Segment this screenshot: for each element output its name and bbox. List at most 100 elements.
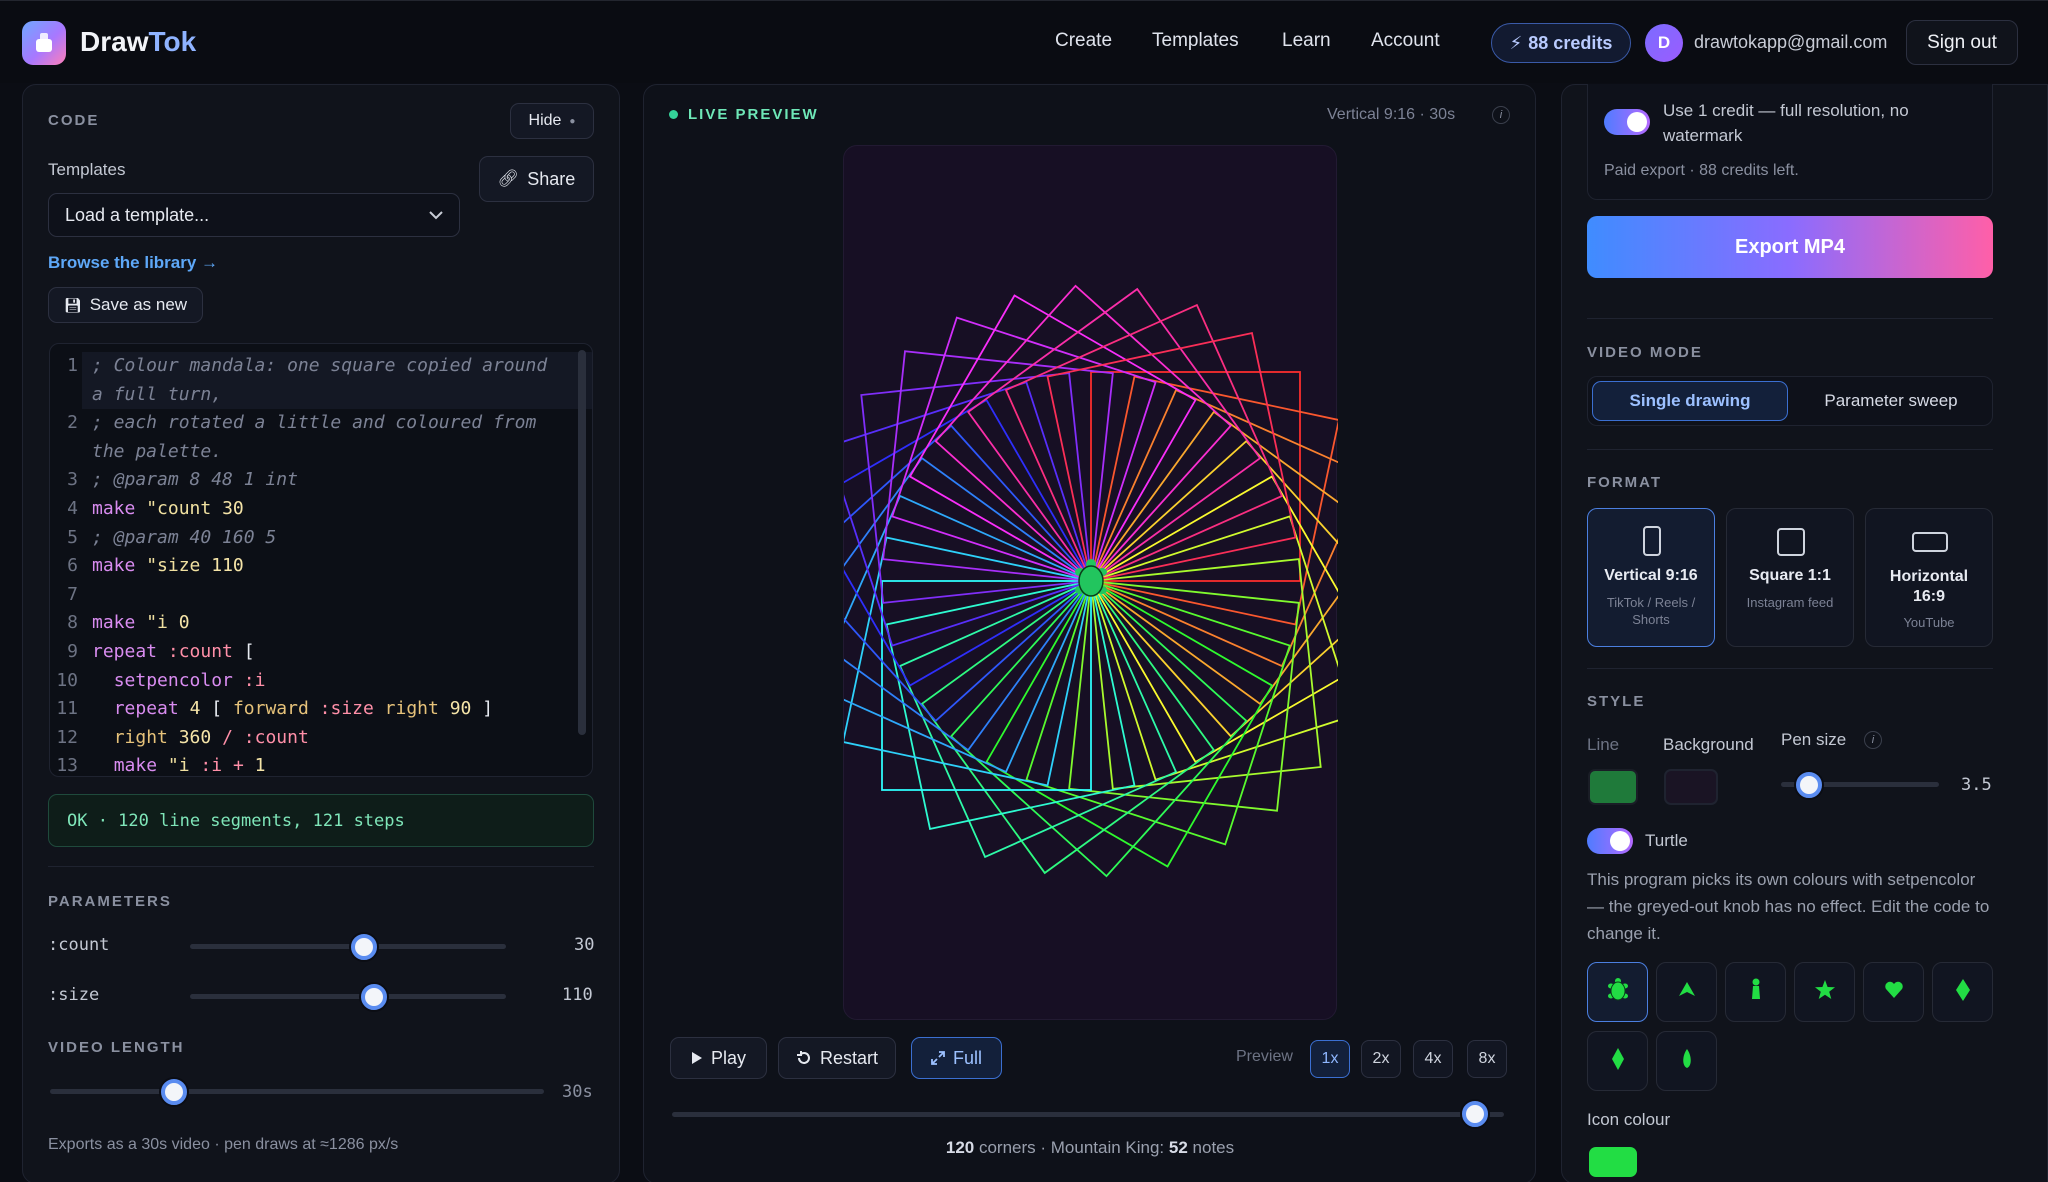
preview-speed-label: Preview [1236,1048,1293,1065]
turtle-shape-option[interactable] [1863,962,1924,1022]
turtle-toggle[interactable] [1587,828,1633,854]
turtle-shape-option[interactable] [1587,1031,1648,1091]
param-slider-count[interactable] [190,944,506,949]
divider [1587,318,1993,319]
code-text: make "i 0 [92,612,190,634]
turtle-shape-option[interactable] [1656,1031,1717,1091]
save-as-new-button[interactable]: 💾︎ Save as new [48,287,203,323]
compile-status: OK · 120 line segments, 121 steps [48,794,594,847]
format-horizontal-card[interactable]: Horizontal 16:9 YouTube [1865,508,1993,647]
mandala-square [797,456,1093,752]
line-colour-swatch[interactable] [1588,769,1638,805]
sign-out-button[interactable]: Sign out [1906,20,2018,65]
fullscreen-button[interactable]: Full [911,1037,1002,1079]
pen-size-value: 3.5 [1961,775,1992,795]
preview-format-meta: Vertical 9:16 · 30s [1327,106,1456,123]
code-text: the palette. [92,440,223,462]
speed-2x-button[interactable]: 2x [1361,1040,1401,1078]
param-value-count: 30 [574,935,595,955]
live-dot-icon [669,110,678,119]
parameters-title: PARAMETERS [48,893,172,910]
video-length-slider-knob[interactable] [160,1079,187,1105]
code-text: ; @param 8 48 1 int [92,469,298,491]
turtle-icon [1606,977,1630,1008]
star-icon [1814,979,1836,1006]
line-number: 10 [56,669,78,691]
nav-create[interactable]: Create [1055,30,1112,52]
mandala-square [1089,410,1385,706]
pawn-icon [1749,977,1763,1008]
line-number: 13 [56,755,78,777]
restart-button[interactable]: Restart [778,1037,896,1079]
template-select[interactable]: Load a template... [48,193,460,237]
line-number: 2 [67,412,78,434]
link-icon: 🔗︎ [497,169,520,188]
info-icon[interactable]: i [1492,106,1510,124]
brand-name[interactable]: DrawTok [80,26,196,58]
avatar[interactable]: D [1645,24,1683,62]
format-vertical-card[interactable]: Vertical 9:16 TikTok / Reels / Shorts [1587,508,1715,647]
turtle-shape-option[interactable] [1725,962,1786,1022]
background-colour-swatch[interactable] [1664,769,1718,805]
code-text: ; Colour mandala: one square copied arou… [92,355,548,376]
param-slider-size[interactable] [190,994,506,999]
format-square-card[interactable]: Square 1:1 Instagram feed [1726,508,1854,647]
mandala-drawing [794,284,1388,878]
param-name-count: :count [48,935,110,955]
style-title: STYLE [1587,693,1646,710]
phone-portrait-icon [1643,526,1661,556]
credits-badge[interactable]: ⚡ 88 credits [1491,23,1631,63]
landscape-icon [1912,532,1948,552]
line-colour-label: Line [1587,735,1620,754]
square-icon [1777,528,1805,556]
playback-scrubber-knob[interactable] [1461,1101,1488,1127]
turtle-colour-note: This program picks its own colours with … [1587,870,1990,943]
mandala-square [920,579,1216,875]
mandala-square [1090,371,1301,582]
paid-export-toggle-label: Use 1 credit — full resolution, no water… [1663,101,1909,145]
mandala-square [966,287,1262,583]
turtle-shape-option[interactable] [1656,962,1717,1022]
video-length-value: 30s [562,1082,593,1102]
code-editor[interactable]: 1 ; Colour mandala: one square copied aro… [49,343,593,777]
video-mode-title: VIDEO MODE [1587,344,1703,361]
icon-colour-swatch[interactable] [1589,1147,1637,1177]
paid-export-toggle[interactable] [1604,109,1650,135]
line-number: 9 [67,641,78,662]
play-button[interactable]: Play [670,1037,767,1079]
user-email: drawtokapp@gmail.com [1694,32,1888,52]
logo-icon[interactable] [22,21,66,65]
browse-library-link[interactable]: Browse the library → [48,253,218,273]
param-value-size: 110 [562,985,593,1005]
export-mp4-button[interactable]: Export MP4 [1587,216,1993,278]
turtle-shape-option[interactable] [1794,962,1855,1022]
share-button[interactable]: 🔗︎ Share [479,156,594,202]
playback-scrubber[interactable] [672,1112,1504,1117]
mandala-square [934,284,1233,583]
speed-8x-button[interactable]: 8x [1467,1040,1507,1078]
line-number: 5 [67,526,78,548]
mandala-square [881,580,1092,791]
nav-templates[interactable]: Templates [1152,30,1239,52]
speed-4x-button[interactable]: 4x [1413,1040,1453,1078]
editor-scrollbar[interactable] [578,350,586,735]
background-colour-label: Background [1663,735,1754,754]
nav-account[interactable]: Account [1371,30,1440,52]
nav-learn[interactable]: Learn [1282,30,1331,52]
turtle-shape-option[interactable] [1587,962,1648,1022]
speed-1x-button[interactable]: 1x [1310,1040,1350,1078]
mode-parameter-sweep[interactable]: Parameter sweep [1793,381,1989,421]
line-number: 11 [56,698,78,720]
line-number: 3 [67,469,78,491]
line-number: 6 [67,555,78,577]
video-length-slider[interactable] [50,1089,544,1094]
pen-size-info-icon[interactable]: i [1864,731,1882,749]
heart-icon [1884,980,1904,1005]
paid-export-note: Paid export · 88 credits left. [1604,162,1799,179]
mode-single-drawing[interactable]: Single drawing [1592,381,1788,421]
turtle-shape-option[interactable] [1932,962,1993,1022]
param-name-size: :size [48,985,100,1005]
line-number: 1 [67,355,78,376]
param-slider-count-knob[interactable] [350,934,377,960]
hide-button[interactable]: Hide ● [510,103,594,139]
